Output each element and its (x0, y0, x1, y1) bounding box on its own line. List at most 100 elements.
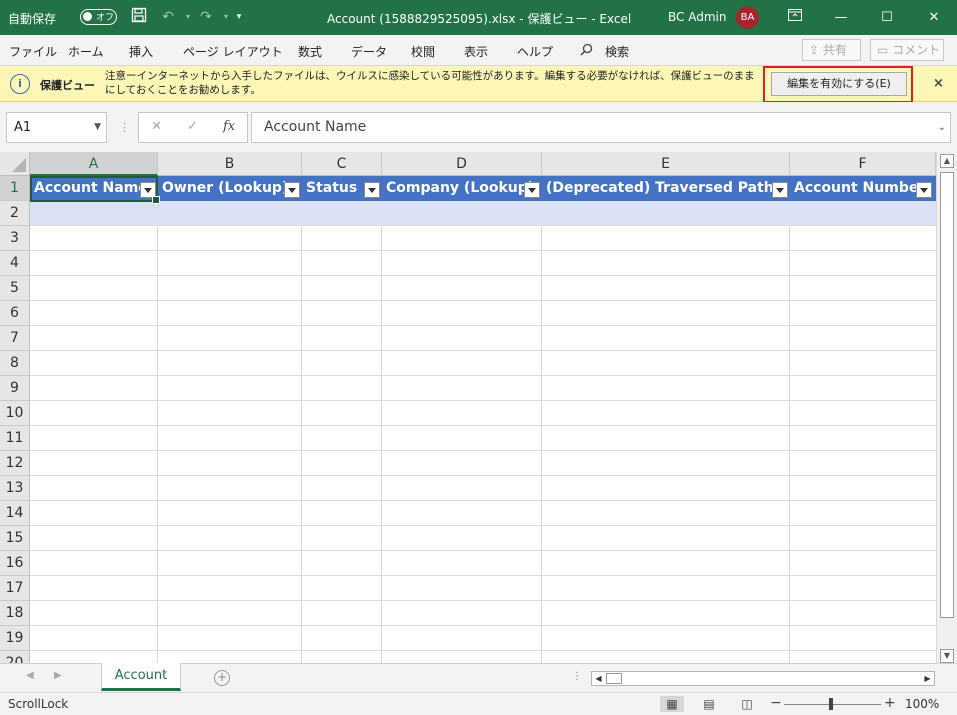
scroll-thumb[interactable] (606, 673, 622, 684)
share-label: 共有 (822, 43, 847, 57)
select-all-button[interactable] (0, 152, 30, 176)
row-header-18[interactable]: 18 (0, 601, 30, 626)
filter-dropdown-icon[interactable] (916, 182, 932, 198)
tab-data[interactable]: データ (351, 43, 387, 60)
cell-area[interactable]: Account Name Owner (Lookup) Status Compa… (30, 176, 936, 663)
row-header-11[interactable]: 11 (0, 426, 30, 451)
row-header-20[interactable]: 20 (0, 651, 30, 663)
tab-home[interactable]: ホーム (68, 43, 104, 60)
tab-page-layout[interactable]: ページ レイアウト (183, 43, 283, 60)
gridline (30, 525, 936, 526)
row-header-14[interactable]: 14 (0, 501, 30, 526)
tab-file[interactable]: ファイル (9, 43, 57, 60)
column-header-e[interactable]: E (542, 152, 790, 176)
row-header-8[interactable]: 8 (0, 351, 30, 376)
column-header-b[interactable]: B (158, 152, 302, 176)
page-break-preview-icon[interactable]: ◫ (735, 696, 759, 712)
customize-qat-icon[interactable]: ▾ (229, 7, 249, 27)
scroll-right-icon[interactable]: ▶ (921, 672, 934, 685)
cancel-icon[interactable]: ✕ (151, 119, 162, 134)
table-header-cell[interactable]: Owner (Lookup) (158, 176, 302, 201)
enter-icon[interactable]: ✓ (187, 119, 198, 134)
row-header-2[interactable]: 2 (0, 201, 30, 226)
formula-input[interactable]: Account Name ⌄ (251, 112, 951, 143)
save-icon[interactable] (129, 7, 149, 27)
name-box[interactable]: A1 ▼ (6, 112, 107, 143)
row-header-4[interactable]: 4 (0, 251, 30, 276)
tab-help[interactable]: ヘルプ (517, 43, 553, 60)
vertical-scrollbar[interactable]: ▲ ▼ (936, 152, 957, 665)
ribbon-display-options-icon[interactable] (772, 0, 818, 35)
insert-function-icon[interactable]: fx (223, 119, 235, 134)
autosave-toggle[interactable]: オフ (80, 9, 117, 25)
protected-view-title: 保護ビュー (40, 79, 95, 92)
table-header-cell[interactable]: (Deprecated) Traversed Path (542, 176, 790, 201)
row-header-19[interactable]: 19 (0, 626, 30, 651)
row-header-15[interactable]: 15 (0, 526, 30, 551)
expand-formula-icon[interactable]: ⌄ (938, 113, 946, 142)
maximize-button[interactable]: ☐ (864, 0, 910, 35)
scroll-down-icon[interactable]: ▼ (940, 649, 954, 663)
row-header-3[interactable]: 3 (0, 226, 30, 251)
undo-dropdown-icon[interactable]: ▾ (178, 7, 198, 27)
row-header-17[interactable]: 17 (0, 576, 30, 601)
page-layout-view-icon[interactable]: ▤ (697, 696, 721, 712)
column-header-a[interactable]: A (30, 152, 158, 176)
row-header-16[interactable]: 16 (0, 551, 30, 576)
scroll-left-icon[interactable]: ◀ (592, 672, 605, 685)
normal-view-icon[interactable]: ▦ (660, 696, 684, 712)
row-header-13[interactable]: 13 (0, 476, 30, 501)
close-icon[interactable]: × (933, 76, 944, 91)
row-header-12[interactable]: 12 (0, 451, 30, 476)
share-button[interactable]: ⇪ 共有 (802, 39, 861, 61)
tab-formulas[interactable]: 数式 (298, 43, 322, 60)
active-cell-selection[interactable] (30, 176, 160, 204)
sheet-tab-account[interactable]: Account (101, 663, 181, 691)
redo-icon[interactable]: ↷ (196, 7, 216, 27)
search-label[interactable]: 検索 (605, 43, 629, 60)
scroll-up-icon[interactable]: ▲ (940, 154, 954, 168)
filter-dropdown-icon[interactable] (284, 182, 300, 198)
minimize-button[interactable]: — (818, 0, 864, 35)
row-header-6[interactable]: 6 (0, 301, 30, 326)
name-box-value: A1 (14, 120, 32, 135)
prev-sheet-icon[interactable]: ◀ (26, 670, 34, 681)
formula-bar-grip-icon[interactable]: ⋮ (119, 121, 130, 134)
row-header-5[interactable]: 5 (0, 276, 30, 301)
close-button[interactable]: ✕ (911, 0, 957, 35)
comment-label: コメント (892, 43, 941, 57)
row-header-7[interactable]: 7 (0, 326, 30, 351)
column-header-c[interactable]: C (302, 152, 382, 176)
chevron-down-icon[interactable]: ▼ (94, 113, 101, 142)
zoom-level[interactable]: 100% (905, 697, 939, 711)
user-name[interactable]: BC Admin (668, 10, 726, 24)
row-header-9[interactable]: 9 (0, 376, 30, 401)
table-header-cell[interactable]: Company (Lookup) (382, 176, 542, 201)
zoom-in-icon[interactable]: + (884, 695, 896, 711)
horizontal-scrollbar[interactable]: ◀ ▶ (591, 671, 935, 686)
enable-editing-button[interactable]: 編集を有効にする(E) (771, 72, 907, 96)
next-sheet-icon[interactable]: ▶ (54, 670, 62, 681)
undo-icon[interactable]: ↶ (158, 7, 178, 27)
table-header-cell[interactable]: Account Number (790, 176, 936, 201)
row-header-1[interactable]: 1 (0, 176, 30, 201)
tab-split-grip-icon[interactable]: ⋮ (572, 671, 582, 682)
zoom-out-icon[interactable]: − (770, 695, 782, 711)
row-header-10[interactable]: 10 (0, 401, 30, 426)
zoom-slider-thumb[interactable] (829, 698, 833, 710)
scroll-thumb[interactable] (940, 172, 954, 618)
tab-review[interactable]: 校閲 (411, 43, 435, 60)
filter-dropdown-icon[interactable] (772, 182, 788, 198)
column-header-d[interactable]: D (382, 152, 542, 176)
worksheet-grid[interactable]: A B C D E F 1 2 3 4 5 6 7 8 9 10 11 12 1… (0, 152, 936, 663)
avatar[interactable]: BA (736, 6, 759, 29)
column-header-f[interactable]: F (790, 152, 936, 176)
tab-insert[interactable]: 挿入 (129, 43, 153, 60)
add-sheet-icon[interactable]: + (214, 670, 230, 686)
filter-dropdown-icon[interactable] (524, 182, 540, 198)
comment-button[interactable]: ▭ コメント (870, 39, 944, 61)
filter-dropdown-icon[interactable] (364, 182, 380, 198)
tab-view[interactable]: 表示 (464, 43, 488, 60)
table-row[interactable] (30, 201, 936, 225)
search-icon[interactable] (580, 43, 593, 59)
